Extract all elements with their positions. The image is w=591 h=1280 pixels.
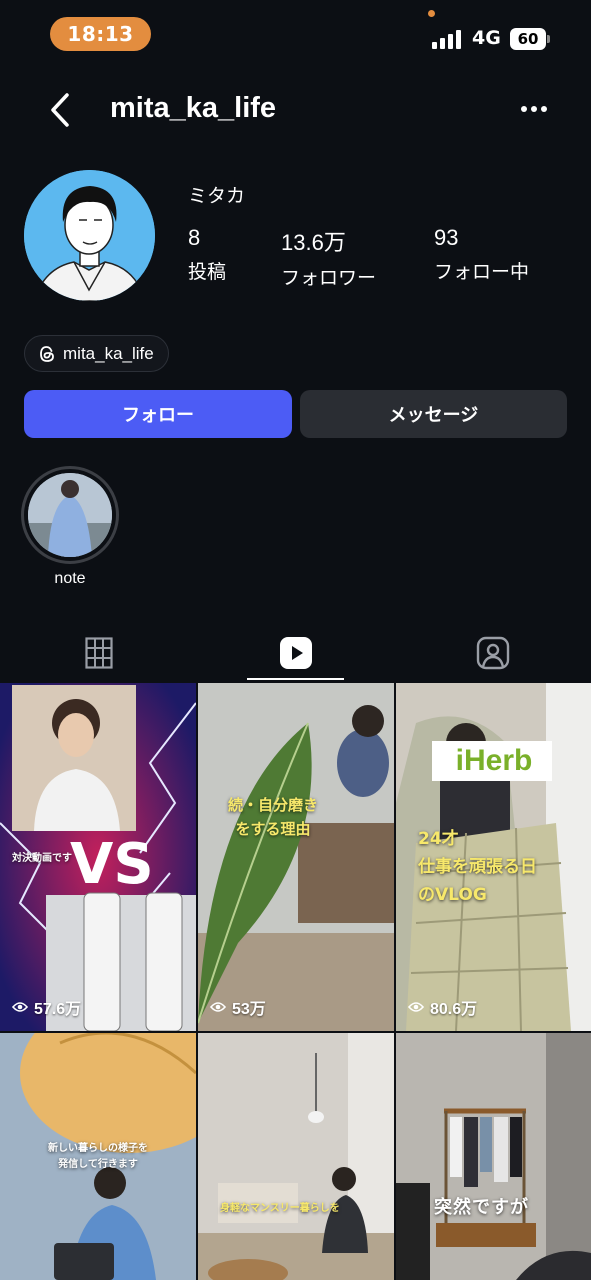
avatar[interactable]	[24, 170, 155, 301]
followers-count: 13.6万	[281, 230, 346, 255]
story-highlight-note[interactable]	[21, 466, 119, 564]
tab-posts-grid[interactable]	[0, 625, 197, 681]
reel-caption: 対決動画です	[12, 853, 72, 864]
active-tab-indicator	[247, 678, 344, 680]
stat-following[interactable]: 93 フォロー中	[434, 225, 529, 284]
reel-caption: 24才 仕事を頑張る日 のVLOG	[418, 829, 537, 905]
view-count: 57.6万	[12, 995, 81, 1019]
threads-link[interactable]: mita_ka_life	[24, 335, 169, 372]
reel-tile[interactable]: iHerb 24才 仕事を頑張る日 のVLOG 80.6万	[396, 683, 591, 1031]
reel-caption: 新しい暮らしの様子を 発信して行きます	[48, 1143, 148, 1170]
back-button[interactable]	[40, 88, 80, 132]
threads-handle: mita_ka_life	[63, 343, 154, 363]
page-title: mita_ka_life	[110, 92, 277, 124]
following-label: フォロー中	[434, 261, 530, 283]
view-count-text: 53万	[232, 1001, 266, 1018]
message-button[interactable]: メッセージ	[300, 390, 567, 438]
reel-caption: 突然ですが	[434, 1197, 529, 1218]
highlight-cover	[28, 473, 112, 557]
mic-indicator-dot	[428, 10, 435, 17]
reel-tile[interactable]: 身軽なマンスリー暮らしを	[198, 1033, 394, 1280]
view-count-text: 80.6万	[430, 1001, 478, 1018]
more-options-button[interactable]	[514, 94, 554, 124]
threads-icon	[40, 345, 54, 362]
reel-tile[interactable]: 突然ですが	[396, 1033, 591, 1280]
tab-tagged[interactable]	[394, 625, 591, 681]
grid-icon	[84, 637, 113, 669]
iherb-logo: iHerb	[455, 744, 533, 777]
tagged-icon	[476, 636, 509, 670]
signal-strength-icon	[432, 29, 464, 49]
play-count-icon	[12, 1002, 28, 1012]
reel-tile[interactable]: 続・自分磨き をする理由 53万	[198, 683, 394, 1031]
reels-grid: VS 対決動画です 57.6万 続・自分磨き をする理由 53万 iHerb 2…	[0, 683, 591, 1280]
view-count-text: 57.6万	[34, 1001, 82, 1018]
play-count-icon	[408, 1002, 424, 1012]
chevron-left-icon	[51, 93, 69, 127]
play-count-icon	[210, 1002, 226, 1012]
stat-followers[interactable]: 13.6万 フォロワー	[281, 225, 376, 290]
reel-tile[interactable]: VS 対決動画です 57.6万	[0, 683, 196, 1031]
highlight-label: note	[54, 570, 86, 587]
display-name: ミタカ	[188, 185, 246, 207]
svg-text:VS: VS	[70, 832, 154, 897]
status-bar: 18:13 4G 60	[0, 0, 591, 64]
following-count: 93	[434, 225, 459, 250]
battery-level: 60	[510, 28, 546, 50]
view-count: 53万	[210, 995, 266, 1019]
follow-button[interactable]: フォロー	[24, 390, 292, 438]
posts-count: 8	[188, 225, 201, 250]
stat-posts[interactable]: 8 投稿	[188, 225, 226, 284]
battery-icon: 60	[510, 28, 550, 50]
reel-caption: 身軽なマンスリー暮らしを	[220, 1203, 340, 1214]
tab-reels[interactable]	[197, 625, 394, 681]
followers-label: フォロワー	[281, 267, 377, 289]
posts-label: 投稿	[188, 261, 227, 283]
network-type: 4G	[472, 27, 501, 49]
status-time[interactable]: 18:13	[50, 17, 151, 51]
more-horizontal-icon	[521, 106, 547, 112]
reel-tile[interactable]: 新しい暮らしの様子を 発信して行きます	[0, 1033, 196, 1280]
reels-icon	[279, 637, 312, 669]
reel-caption: 続・自分磨き をする理由	[228, 796, 319, 838]
view-count: 80.6万	[408, 995, 477, 1019]
